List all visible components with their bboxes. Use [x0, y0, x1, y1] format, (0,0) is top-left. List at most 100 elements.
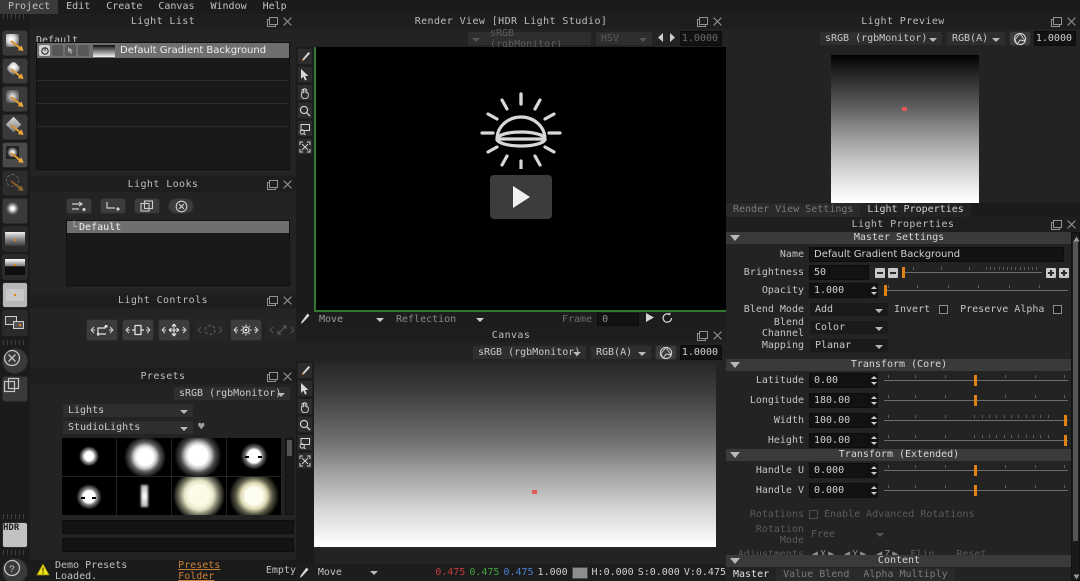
render-map-select[interactable]: Reflection: [394, 312, 489, 327]
gradient-dot-strip-icon[interactable]: [2, 254, 28, 280]
latitude-spinner[interactable]: [869, 373, 878, 388]
brush-tool[interactable]: [297, 48, 313, 65]
menu-project[interactable]: Project: [0, 0, 58, 14]
handle-u-slider-handle[interactable]: [974, 465, 977, 476]
invert-checkbox[interactable]: [939, 305, 948, 314]
width-tool[interactable]: [122, 319, 154, 341]
close-icon[interactable]: [283, 296, 292, 305]
scale-tool[interactable]: [86, 319, 118, 341]
copy-look-button[interactable]: [134, 198, 160, 214]
transform-extended-header[interactable]: Transform (Extended): [726, 449, 1072, 461]
canvas-colorspace-select[interactable]: sRGB (rgbMonitor): [472, 345, 587, 360]
frame-input[interactable]: 0: [597, 313, 639, 326]
preset-thumb[interactable]: [227, 477, 281, 515]
gradient-band-icon[interactable]: [2, 282, 28, 308]
render-mode-select[interactable]: Move: [317, 312, 389, 327]
undock-icon[interactable]: [697, 17, 706, 26]
latitude-slider[interactable]: [884, 373, 1068, 388]
brightness-minus-big-button[interactable]: [875, 268, 885, 278]
select-arrow-tool[interactable]: [297, 66, 313, 83]
handle-u-slider[interactable]: [884, 463, 1068, 478]
brightness-slider-handle[interactable]: [902, 267, 905, 278]
light-preview-image[interactable]: [831, 55, 979, 210]
close-icon[interactable]: [1067, 17, 1076, 26]
preview-colorspace-select[interactable]: sRGB (rgbMonitor): [819, 31, 943, 46]
list-item[interactable]: └ Default: [67, 221, 289, 233]
light-ball-grid-icon[interactable]: [2, 142, 28, 168]
render-view-viewport[interactable]: [314, 47, 726, 312]
add-look-button[interactable]: [66, 198, 92, 214]
light-burst-icon[interactable]: [2, 198, 28, 224]
undock-icon[interactable]: [267, 296, 276, 305]
render-colorspace-select[interactable]: sRGB (rgbMonitor): [467, 31, 592, 46]
preview-exposure-field[interactable]: 1.0000: [1034, 31, 1076, 46]
presets-subcategory-select[interactable]: StudioLights: [62, 420, 194, 435]
presets-folder-link[interactable]: Presets Folder: [178, 560, 261, 581]
latitude-input[interactable]: 0.00: [809, 373, 869, 388]
undock-icon[interactable]: [1051, 220, 1060, 229]
exposure-increase-button[interactable]: [668, 32, 677, 46]
handle-v-input[interactable]: 0.000: [809, 483, 869, 498]
rail-grip-4[interactable]: [3, 550, 27, 555]
preset-thumb[interactable]: [117, 438, 171, 476]
exposure-decrease-button[interactable]: [656, 32, 665, 46]
mapping-select[interactable]: Planar: [809, 338, 889, 353]
menu-canvas[interactable]: Canvas: [150, 0, 202, 14]
preview-channel-select[interactable]: RGB(A): [946, 31, 1006, 46]
table-row[interactable]: Default Gradient Background: [37, 43, 289, 58]
close-icon[interactable]: [713, 17, 722, 26]
presets-category-select[interactable]: Lights: [62, 403, 194, 418]
solo-toggle[interactable]: [52, 45, 63, 56]
rail-grip-3[interactable]: [3, 514, 27, 519]
presets-grid[interactable]: [62, 438, 284, 515]
close-icon[interactable]: [283, 372, 292, 381]
brightness-plus-button[interactable]: [1046, 268, 1056, 278]
master-settings-header[interactable]: Master Settings: [726, 232, 1072, 244]
close-icon[interactable]: [713, 331, 722, 340]
aperture-icon[interactable]: [655, 345, 677, 360]
preset-thumb[interactable]: [62, 477, 116, 515]
select-arrow-tool[interactable]: [297, 380, 313, 397]
zoom-region-tool[interactable]: [297, 120, 313, 137]
undock-icon[interactable]: [267, 372, 276, 381]
properties-scrollbar[interactable]: [1071, 232, 1080, 581]
scroll-down-arrow-icon[interactable]: [1073, 572, 1080, 579]
handle-u-input[interactable]: 0.000: [809, 463, 869, 478]
opacity-spinner[interactable]: [869, 283, 878, 298]
handle-v-slider[interactable]: [884, 483, 1068, 498]
fit-view-tool[interactable]: [297, 138, 313, 155]
advanced-rotations-checkbox[interactable]: [809, 510, 818, 519]
undock-icon[interactable]: [1051, 17, 1060, 26]
preset-thumb[interactable]: [172, 438, 226, 476]
opacity-input[interactable]: 1.000: [809, 283, 869, 298]
brightness-slider[interactable]: [902, 265, 1042, 280]
opacity-slider-handle[interactable]: [884, 285, 887, 296]
zoom-magnifier-tool[interactable]: [297, 416, 313, 433]
preset-thumb[interactable]: [172, 477, 226, 515]
undock-icon[interactable]: [267, 180, 276, 189]
zoom-magnifier-tool[interactable]: [297, 102, 313, 119]
height-input[interactable]: 100.00: [809, 433, 869, 448]
longitude-slider-handle[interactable]: [974, 395, 977, 406]
light-ball-round-icon[interactable]: [2, 30, 28, 56]
presets-scrollbar[interactable]: [285, 438, 294, 515]
refresh-icon[interactable]: [661, 312, 674, 327]
opacity-slider[interactable]: [884, 283, 1068, 298]
light-ball-diamond-icon[interactable]: [2, 58, 28, 84]
light-ball-soft-icon[interactable]: [2, 86, 28, 112]
delete-x-icon[interactable]: [2, 348, 28, 374]
gradient-strip-icon[interactable]: [2, 226, 28, 252]
scroll-up-arrow-icon[interactable]: [1073, 234, 1080, 241]
tab-render-view-settings[interactable]: Render View Settings: [726, 203, 860, 217]
blend-channel-select[interactable]: Color: [809, 320, 889, 335]
power-toggle[interactable]: [39, 45, 50, 56]
height-slider-handle[interactable]: [1064, 435, 1067, 446]
brightness-plus-big-button[interactable]: [1059, 268, 1069, 278]
lock-toggle[interactable]: [78, 45, 89, 56]
latitude-slider-handle[interactable]: [974, 375, 977, 386]
blend-mode-select[interactable]: Add: [809, 302, 889, 317]
tab-light-properties[interactable]: Light Properties: [860, 203, 970, 217]
width-slider[interactable]: [884, 413, 1068, 428]
brightness-input[interactable]: 50: [809, 265, 869, 280]
select-toggle[interactable]: [65, 45, 76, 56]
